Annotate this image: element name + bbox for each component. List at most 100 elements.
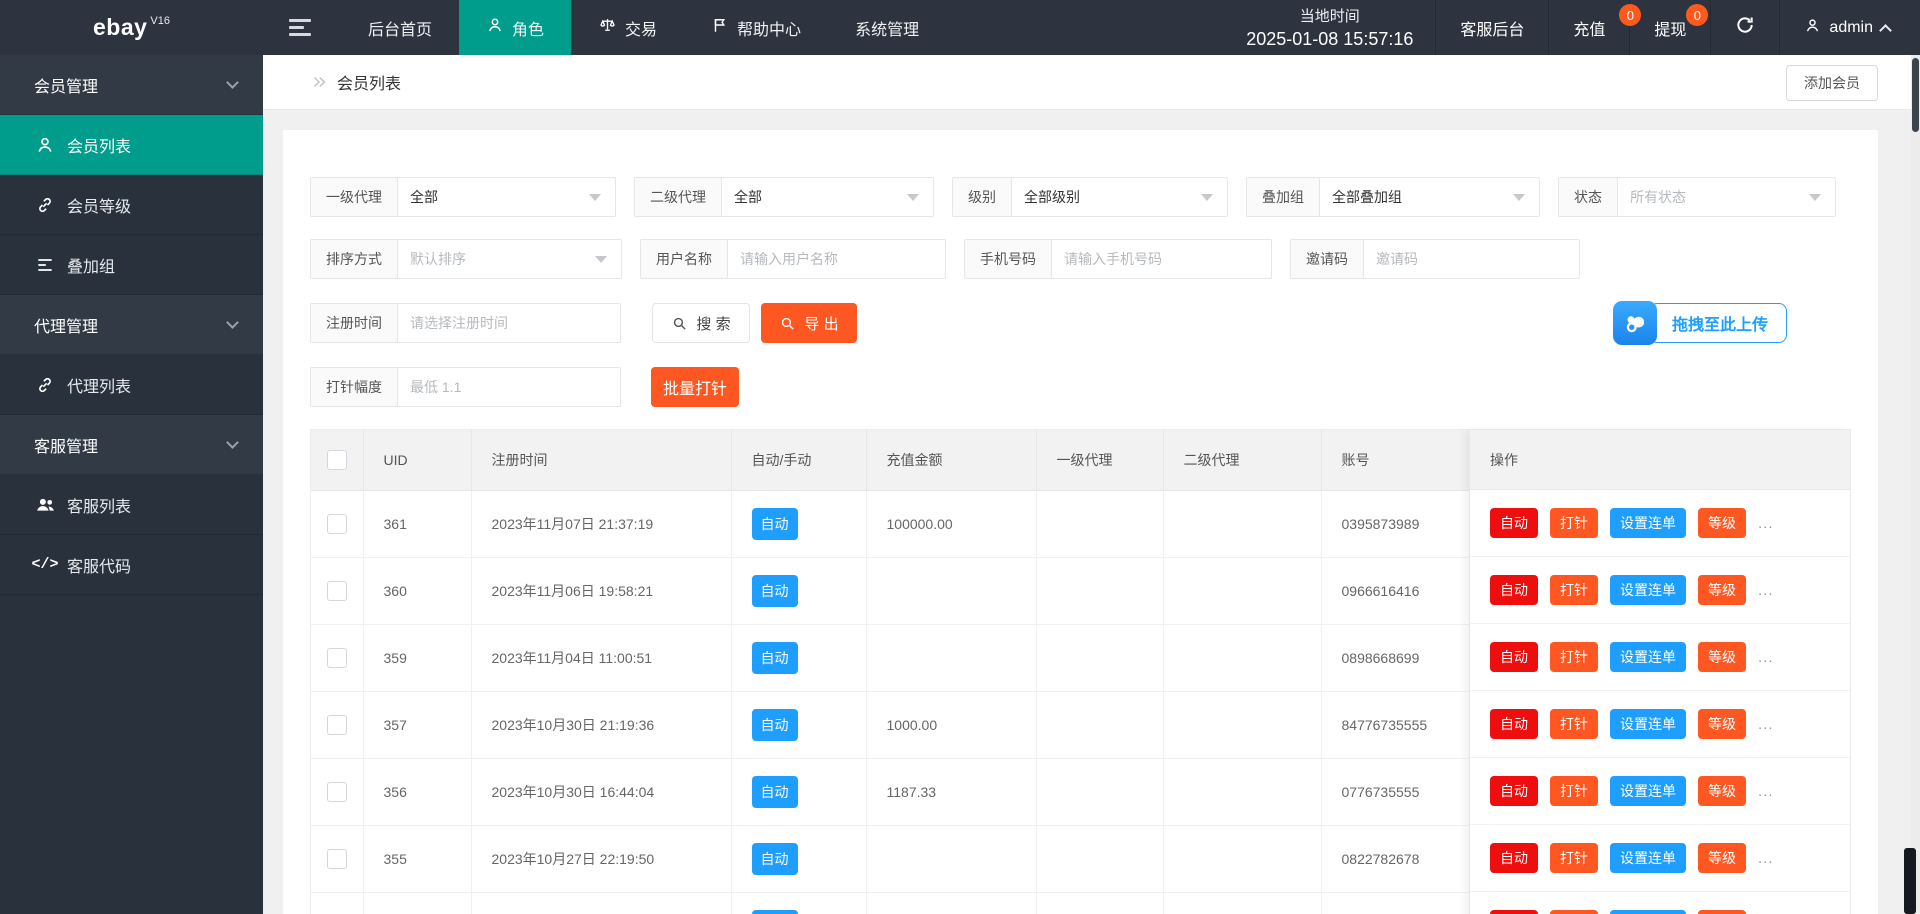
set-chain-button[interactable]: 设置连单 (1610, 843, 1686, 873)
more-actions[interactable]: ... (1758, 582, 1774, 599)
sidebar-item-label: 客服代码 (67, 553, 131, 577)
add-member-button[interactable]: 添加会员 (1786, 65, 1878, 101)
inject-button[interactable]: 打针 (1550, 709, 1598, 739)
export-button[interactable]: 导 出 (761, 303, 857, 343)
inject-button[interactable]: 打针 (1550, 642, 1598, 672)
row-actions: 自动 打针 设置连单 等级 ... (1470, 691, 1850, 758)
invite-code-input[interactable] (1364, 240, 1579, 278)
main-area: 会员列表 添加会员 一级代理 全部 二级代理 全部 级别 (263, 55, 1920, 914)
select-all-checkbox[interactable] (327, 450, 347, 470)
inject-range-input[interactable] (398, 368, 620, 406)
inject-button[interactable]: 打针 (1550, 843, 1598, 873)
auto-button[interactable]: 自动 (1490, 843, 1538, 873)
level-select[interactable]: 全部级别 (1012, 178, 1227, 216)
nav-tab-roles[interactable]: 角色 (459, 0, 571, 55)
set-chain-button[interactable]: 设置连单 (1610, 709, 1686, 739)
cell-recharge (866, 557, 1036, 624)
sidebar-item-service-code[interactable]: </> 客服代码 (0, 535, 263, 595)
reg-time-input[interactable] (398, 304, 620, 342)
more-actions[interactable]: ... (1758, 783, 1774, 800)
username-input[interactable] (728, 240, 945, 278)
inject-button[interactable]: 打针 (1550, 910, 1598, 914)
sidebar-item-member-level[interactable]: 会员等级 (0, 175, 263, 235)
row-actions: 自动 打针 设置连单 等级 ... (1470, 825, 1850, 892)
inject-button[interactable]: 打针 (1550, 776, 1598, 806)
sidebar-item-label: 客服列表 (67, 493, 131, 517)
mode-badge: 自动 (752, 508, 798, 540)
cell-agent1 (1036, 490, 1163, 557)
sidebar-item-service-list[interactable]: 客服列表 (0, 475, 263, 535)
level-button[interactable]: 等级 (1698, 776, 1746, 806)
more-actions[interactable]: ... (1758, 850, 1774, 867)
nav-tab-dashboard[interactable]: 后台首页 (341, 0, 459, 55)
auto-button[interactable]: 自动 (1490, 709, 1538, 739)
level-button[interactable]: 等级 (1698, 709, 1746, 739)
auto-button[interactable]: 自动 (1490, 508, 1538, 538)
status-select[interactable]: 所有状态 (1618, 178, 1835, 216)
auto-button[interactable]: 自动 (1490, 776, 1538, 806)
row-checkbox[interactable] (327, 715, 347, 735)
service-admin-link[interactable]: 客服后台 (1435, 0, 1548, 55)
auto-button[interactable]: 自动 (1490, 575, 1538, 605)
sort-select[interactable]: 默认排序 (398, 240, 621, 278)
level-button[interactable]: 等级 (1698, 508, 1746, 538)
bottom-right-scrollbar-thumb[interactable] (1904, 848, 1916, 914)
level-button[interactable]: 等级 (1698, 575, 1746, 605)
phone-input[interactable] (1052, 240, 1271, 278)
nav-tab-system[interactable]: 系统管理 (828, 0, 946, 55)
dropdown-arrow-icon (1809, 194, 1821, 201)
set-chain-button[interactable]: 设置连单 (1610, 910, 1686, 914)
row-checkbox[interactable] (327, 648, 347, 668)
batch-inject-button[interactable]: 批量打针 (651, 367, 739, 407)
sidebar-group-service[interactable]: 客服管理 (0, 415, 263, 475)
filter-row-4: 打针幅度 批量打针 (310, 367, 1878, 407)
filter-label: 一级代理 (311, 178, 398, 216)
row-checkbox[interactable] (327, 782, 347, 802)
more-actions[interactable]: ... (1758, 649, 1774, 666)
auto-button[interactable]: 自动 (1490, 910, 1538, 914)
dropdown-arrow-icon (907, 194, 919, 201)
export-button-label: 导 出 (804, 313, 838, 334)
cell-reg-time: 2023年10月30日 21:19:36 (471, 691, 731, 758)
sidebar-item-member-list[interactable]: 会员列表 (0, 115, 263, 175)
page-scrollbar-thumb[interactable] (1912, 58, 1919, 132)
sidebar-group-member[interactable]: 会员管理 (0, 55, 263, 115)
more-actions[interactable]: ... (1758, 716, 1774, 733)
nav-tab-help-center[interactable]: 帮助中心 (684, 0, 828, 55)
filter-username: 用户名称 (640, 239, 946, 279)
overlay-group-select[interactable]: 全部叠加组 (1320, 178, 1539, 216)
nav-tab-label: 系统管理 (855, 16, 919, 40)
chevron-down-icon (226, 316, 239, 329)
upload-dropzone[interactable]: 拖拽至此上传 (1613, 301, 1787, 345)
level-button[interactable]: 等级 (1698, 642, 1746, 672)
inject-button[interactable]: 打针 (1550, 508, 1598, 538)
cell-uid: 361 (363, 490, 471, 557)
col-agent1: 一级代理 (1036, 430, 1163, 490)
page-scrollbar-track[interactable] (1911, 55, 1920, 914)
refresh-button[interactable] (1710, 0, 1779, 55)
sidebar-item-overlay-group[interactable]: 叠加组 (0, 235, 263, 295)
set-chain-button[interactable]: 设置连单 (1610, 642, 1686, 672)
more-actions[interactable]: ... (1758, 515, 1774, 532)
agent2-select[interactable]: 全部 (722, 178, 933, 216)
set-chain-button[interactable]: 设置连单 (1610, 575, 1686, 605)
row-checkbox[interactable] (327, 514, 347, 534)
collapse-menu-icon[interactable] (289, 19, 311, 36)
nav-tab-trade[interactable]: 交易 (571, 0, 684, 55)
row-checkbox[interactable] (327, 581, 347, 601)
select-value: 全部叠加组 (1332, 187, 1513, 207)
inject-button[interactable]: 打针 (1550, 575, 1598, 605)
search-button[interactable]: 搜 索 (652, 303, 750, 343)
row-checkbox[interactable] (327, 849, 347, 869)
agent1-select[interactable]: 全部 (398, 178, 615, 216)
user-menu[interactable]: admin (1779, 0, 1920, 55)
auto-button[interactable]: 自动 (1490, 642, 1538, 672)
sidebar-item-agent-list[interactable]: 代理列表 (0, 355, 263, 415)
level-button[interactable]: 等级 (1698, 910, 1746, 914)
withdraw-link[interactable]: 提现 0 (1629, 0, 1710, 55)
sidebar-group-agent[interactable]: 代理管理 (0, 295, 263, 355)
recharge-link[interactable]: 充值 0 (1548, 0, 1629, 55)
level-button[interactable]: 等级 (1698, 843, 1746, 873)
set-chain-button[interactable]: 设置连单 (1610, 776, 1686, 806)
set-chain-button[interactable]: 设置连单 (1610, 508, 1686, 538)
